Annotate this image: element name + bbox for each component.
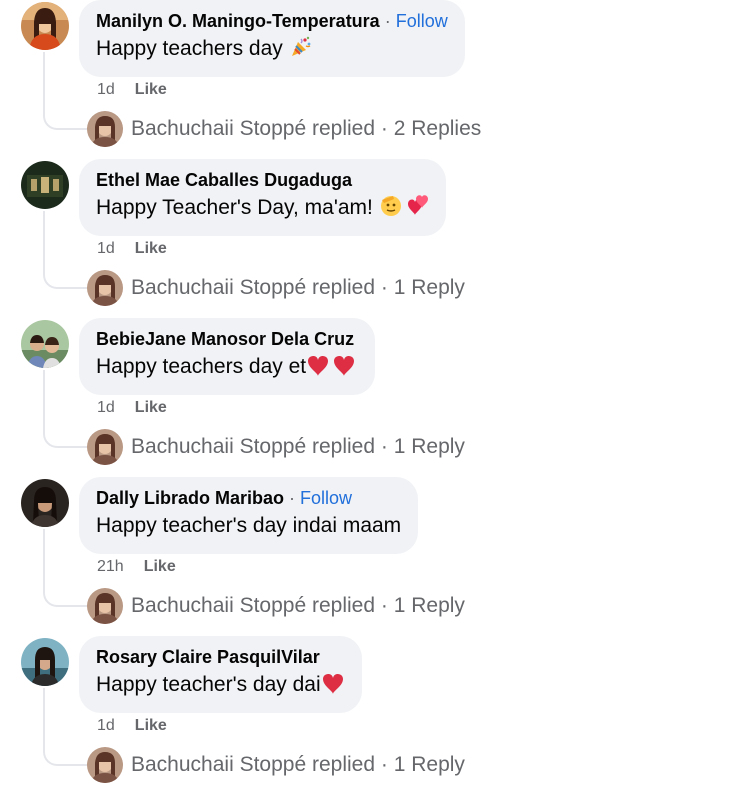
replier-name: Bachuchaii Stoppé <box>131 435 307 458</box>
comment-item: Manilyn O. Maningo-Temperatura · Follow … <box>0 0 750 158</box>
comment-text: Happy teachers day <box>96 33 448 69</box>
comment-text: Happy teacher's day dai <box>96 669 345 705</box>
comment-timestamp[interactable]: 1d <box>97 399 115 416</box>
avatar[interactable] <box>21 2 69 50</box>
comment-bubble: BebieJane Manosor Dela Cruz Happy teache… <box>79 318 376 395</box>
replier-avatar <box>87 429 123 465</box>
like-button[interactable]: Like <box>135 240 167 257</box>
author-name[interactable]: BebieJane Manosor Dela Cruz <box>96 329 354 349</box>
view-replies-link[interactable]: Bachuchaii Stoppé replied · 1 Reply <box>87 587 465 625</box>
comment-text: Happy Teacher's Day, ma'am! <box>96 192 429 228</box>
comment-timestamp[interactable]: 1d <box>97 81 115 98</box>
comment-item: Ethel Mae Caballes Dugaduga Happy Teache… <box>0 159 750 317</box>
replier-name: Bachuchaii Stoppé <box>131 753 307 776</box>
comment-text-body: Happy teachers day et <box>96 355 307 378</box>
comment-text-body: Happy teacher's day indai maam <box>96 514 402 537</box>
view-replies-link[interactable]: Bachuchaii Stoppé replied · 1 Reply <box>87 428 465 466</box>
comment-meta: 21h Like <box>97 557 176 577</box>
separator-dot: · <box>284 488 301 508</box>
author-name[interactable]: Manilyn O. Maningo-Temperatura <box>96 11 380 31</box>
replied-label: replied <box>311 435 376 458</box>
replies-summary: Bachuchaii Stoppé replied · 1 Reply <box>131 274 465 302</box>
replier-avatar <box>87 111 123 147</box>
avatar[interactable] <box>21 479 69 527</box>
comment-meta: 1d Like <box>97 716 167 736</box>
separator-dot: · <box>380 276 388 299</box>
avatar[interactable] <box>21 320 69 368</box>
comment-text-body: Happy Teacher's Day, ma'am! <box>96 196 379 219</box>
view-replies-link[interactable]: Bachuchaii Stoppé replied · 1 Reply <box>87 269 465 307</box>
comment-timestamp[interactable]: 1d <box>97 240 115 257</box>
replied-label: replied <box>311 117 376 140</box>
replied-label: replied <box>311 276 376 299</box>
replier-name: Bachuchaii Stoppé <box>131 594 307 617</box>
comment-bubble: Rosary Claire PasquilVilar Happy teacher… <box>79 636 362 713</box>
like-button[interactable]: Like <box>135 399 167 416</box>
author-line: Manilyn O. Maningo-Temperatura · Follow <box>96 9 448 33</box>
party-popper-icon <box>289 35 313 69</box>
comment-timestamp[interactable]: 21h <box>97 558 124 575</box>
reply-count: 1 Reply <box>393 753 465 776</box>
replier-avatar <box>87 747 123 783</box>
comment-timestamp[interactable]: 1d <box>97 717 115 734</box>
comment-text-body: Happy teachers day <box>96 37 289 60</box>
replies-summary: Bachuchaii Stoppé replied · 1 Reply <box>131 592 465 620</box>
like-button[interactable]: Like <box>135 81 167 98</box>
comment-bubble: Manilyn O. Maningo-Temperatura · Follow … <box>79 0 465 77</box>
replied-label: replied <box>311 753 376 776</box>
comment-bubble: Ethel Mae Caballes Dugaduga Happy Teache… <box>79 159 446 236</box>
comment-meta: 1d Like <box>97 398 167 418</box>
replier-name: Bachuchaii Stoppé <box>131 276 307 299</box>
comment-text: Happy teacher's day indai maam <box>96 510 401 542</box>
reply-count: 1 Reply <box>393 435 465 458</box>
author-line: Rosary Claire PasquilVilar <box>96 645 345 669</box>
comment-text-body: Happy teacher's day dai <box>96 673 321 696</box>
like-button[interactable]: Like <box>135 717 167 734</box>
author-line: Dally Librado Maribao · Follow <box>96 486 401 510</box>
saluting-face-and-hearts-icon <box>379 192 429 228</box>
author-name[interactable]: Dally Librado Maribao <box>96 488 284 508</box>
comment-meta: 1d Like <box>97 80 167 100</box>
replies-summary: Bachuchaii Stoppé replied · 2 Replies <box>131 115 481 143</box>
separator-dot: · <box>380 435 388 458</box>
separator-dot: · <box>380 753 388 776</box>
avatar[interactable] <box>21 638 69 686</box>
comment-item: Dally Librado Maribao · Follow Happy tea… <box>0 477 750 635</box>
replier-avatar <box>87 588 123 624</box>
separator-dot: · <box>380 594 388 617</box>
reply-count: 1 Reply <box>393 276 465 299</box>
two-red-hearts-icon <box>306 353 358 387</box>
view-replies-link[interactable]: Bachuchaii Stoppé replied · 2 Replies <box>87 110 481 148</box>
replies-summary: Bachuchaii Stoppé replied · 1 Reply <box>131 751 465 779</box>
comment-item: Rosary Claire PasquilVilar Happy teacher… <box>0 636 750 794</box>
replier-avatar <box>87 270 123 306</box>
replied-label: replied <box>311 594 376 617</box>
replier-name: Bachuchaii Stoppé <box>131 117 307 140</box>
like-button[interactable]: Like <box>144 558 176 575</box>
author-line: BebieJane Manosor Dela Cruz <box>96 327 358 351</box>
author-name[interactable]: Ethel Mae Caballes Dugaduga <box>96 170 352 190</box>
red-heart-icon <box>321 671 345 705</box>
view-replies-link[interactable]: Bachuchaii Stoppé replied · 1 Reply <box>87 746 465 784</box>
follow-button[interactable]: Follow <box>300 488 352 508</box>
separator-dot: · <box>379 11 396 31</box>
comment-text: Happy teachers day et <box>96 351 358 387</box>
comment-meta: 1d Like <box>97 239 167 259</box>
author-name[interactable]: Rosary Claire PasquilVilar <box>96 647 320 667</box>
avatar[interactable] <box>21 161 69 209</box>
reply-count: 1 Reply <box>393 594 465 617</box>
separator-dot: · <box>380 117 388 140</box>
replies-summary: Bachuchaii Stoppé replied · 1 Reply <box>131 433 465 461</box>
follow-button[interactable]: Follow <box>396 11 448 31</box>
author-line: Ethel Mae Caballes Dugaduga <box>96 168 429 192</box>
reply-count: 2 Replies <box>393 117 482 140</box>
comment-item: BebieJane Manosor Dela Cruz Happy teache… <box>0 318 750 476</box>
comment-bubble: Dally Librado Maribao · Follow Happy tea… <box>79 477 419 554</box>
